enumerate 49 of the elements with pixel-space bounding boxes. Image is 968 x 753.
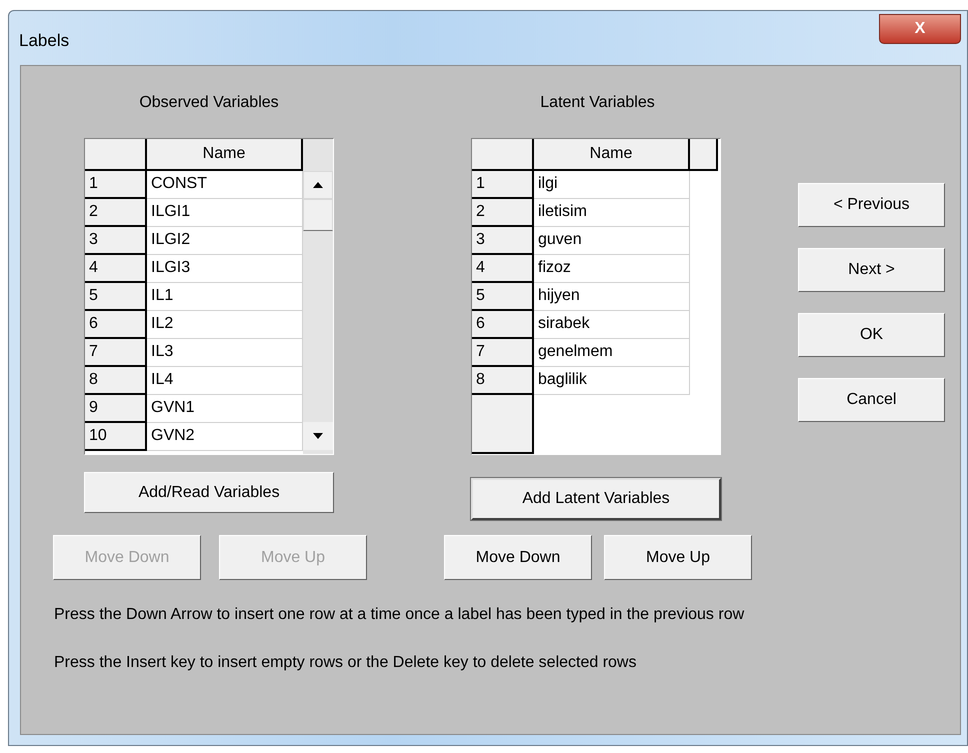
- dialog-button[interactable]: Next >: [798, 248, 945, 292]
- row-number[interactable]: 4: [85, 255, 147, 283]
- column-header[interactable]: Name: [147, 139, 303, 171]
- row-number[interactable]: 5: [472, 283, 534, 311]
- corner-header: [85, 139, 147, 171]
- column-header[interactable]: [690, 139, 718, 171]
- dialog-button[interactable]: < Previous: [798, 183, 945, 227]
- row-number[interactable]: 3: [85, 227, 147, 255]
- dialog-button[interactable]: Move Up: [604, 535, 752, 580]
- row-number[interactable]: 9: [85, 395, 147, 423]
- column-header[interactable]: Name: [534, 139, 690, 171]
- scroll-down-icon[interactable]: [303, 422, 333, 450]
- row-number[interactable]: 8: [472, 367, 534, 395]
- row-header-filler: [472, 395, 534, 454]
- row-number[interactable]: 7: [85, 339, 147, 367]
- table-cell[interactable]: guven: [534, 227, 690, 255]
- row-number[interactable]: 6: [85, 311, 147, 339]
- scroll-up-icon[interactable]: [303, 171, 333, 199]
- scrollbar[interactable]: [303, 139, 333, 454]
- table-cell[interactable]: sirabek: [534, 311, 690, 339]
- row-number[interactable]: 7: [472, 339, 534, 367]
- table-cell[interactable]: baglilik: [534, 367, 690, 395]
- row-number[interactable]: 10: [85, 423, 147, 451]
- table-cell[interactable]: ilgi: [534, 171, 690, 199]
- scroll-thumb[interactable]: [303, 199, 333, 231]
- row-number[interactable]: 1: [85, 171, 147, 199]
- dialog-button[interactable]: Add/Read Variables: [84, 472, 334, 513]
- hint-text: Press the Down Arrow to insert one row at a time once a label has been typed in the previous row: [54, 605, 746, 625]
- row-number[interactable]: 5: [85, 283, 147, 311]
- corner-header: [472, 139, 534, 171]
- row-number[interactable]: 2: [472, 199, 534, 227]
- dialog-button[interactable]: OK: [798, 313, 945, 357]
- row-number[interactable]: 1: [472, 171, 534, 199]
- dialog-button[interactable]: Move Down: [444, 535, 592, 580]
- table-cell[interactable]: hijyen: [534, 283, 690, 311]
- row-number[interactable]: 8: [85, 367, 147, 395]
- hint-text: Press the Insert key to insert empty rows or the Delete key to delete selected rows: [54, 653, 638, 673]
- table-cell[interactable]: fizoz: [534, 255, 690, 283]
- grid-title: Latent Variables: [539, 93, 656, 111]
- window-title: Labels: [19, 30, 70, 52]
- table-cell[interactable]: genelmem: [534, 339, 690, 367]
- dialog-button[interactable]: Cancel: [798, 378, 945, 422]
- row-number[interactable]: 4: [472, 255, 534, 283]
- row-number[interactable]: 3: [472, 227, 534, 255]
- table-cell[interactable]: iletisim: [534, 199, 690, 227]
- row-number[interactable]: 6: [472, 311, 534, 339]
- grid-title: Observed Variables: [138, 93, 280, 111]
- row-number[interactable]: 2: [85, 199, 147, 227]
- dialog-button[interactable]: Add Latent Variables: [471, 478, 721, 520]
